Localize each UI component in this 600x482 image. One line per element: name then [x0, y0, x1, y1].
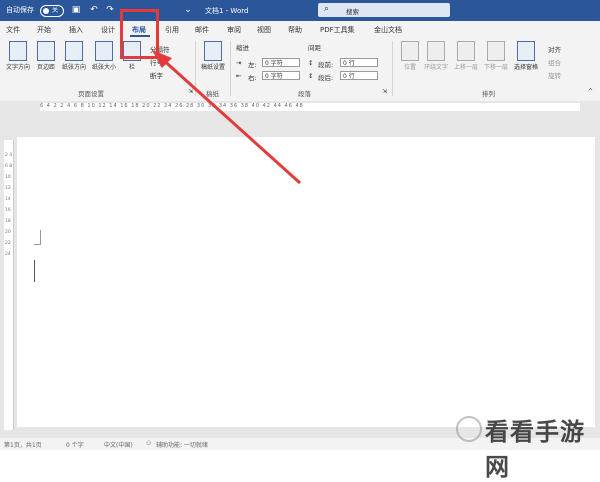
- annotation-arrow: [152, 50, 302, 185]
- watermark-text: 看看手游网: [485, 418, 585, 481]
- watermark-logo-icon: [456, 416, 482, 442]
